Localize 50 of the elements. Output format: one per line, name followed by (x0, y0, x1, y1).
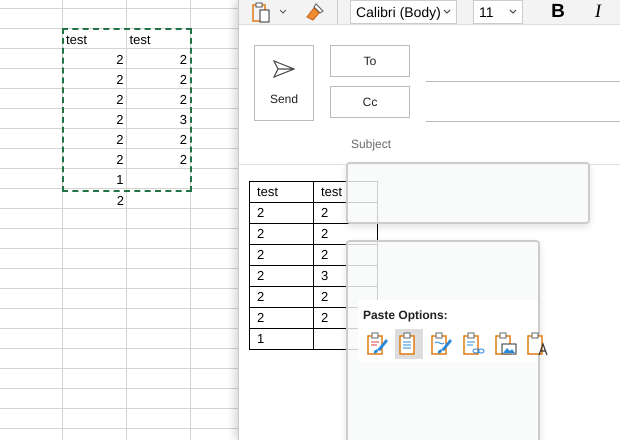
table-cell: 2 (321, 226, 328, 241)
table-cell: 2 (321, 289, 328, 304)
send-button[interactable]: Send (254, 45, 314, 121)
table-cell: 2 (257, 205, 264, 220)
caret-icon (509, 9, 517, 15)
clipboard-brush-icon (365, 331, 389, 357)
table-cell: 2 (180, 132, 187, 147)
table-cell: 3 (321, 268, 328, 283)
table-cell: 2 (321, 205, 328, 220)
table-cell: 2 (116, 132, 124, 147)
table-cell: 1 (116, 172, 124, 187)
size-dropdown[interactable]: 11 (473, 0, 523, 24)
subject-field[interactable]: Subject (351, 137, 392, 151)
table-cell: test (66, 32, 87, 47)
to-button[interactable]: To (330, 45, 410, 77)
cc-button[interactable]: Cc (330, 86, 410, 118)
send-icon (273, 60, 295, 78)
table-cell: 1 (257, 331, 264, 346)
table-cell: 2 (180, 152, 187, 167)
caret-icon[interactable] (279, 9, 287, 15)
bold-button[interactable]: B (545, 0, 571, 26)
table-cell: test (257, 184, 278, 199)
paste-option-button[interactable] (395, 329, 423, 359)
table-cell: 2 (257, 268, 264, 283)
table-cell: test (321, 184, 342, 199)
clipboard-link-icon (461, 331, 485, 357)
brush-icon[interactable] (305, 2, 325, 22)
table-cell: 2 (180, 72, 187, 87)
clipboard-image-icon (493, 331, 517, 357)
table-cell: 2 (257, 289, 264, 304)
table-cell: 3 (180, 112, 187, 127)
table-cell: 2 (321, 310, 328, 325)
italic-button[interactable]: I (585, 0, 611, 26)
clipboard-brush-icon (429, 331, 453, 357)
table-cell: 2 (116, 92, 124, 107)
table-cell: 2 (180, 92, 187, 107)
table-cell: 2 (116, 193, 124, 208)
popup-title: Paste Options: (363, 307, 449, 324)
table-cell: 2 (116, 72, 124, 87)
table-cell: test (130, 32, 150, 47)
font-dropdown[interactable]: Calibri (Body) (350, 0, 457, 24)
table-cell: 2 (116, 112, 124, 127)
table-cell: 2 (257, 226, 264, 241)
table-cell: 2 (257, 310, 264, 325)
table-cell: 2 (180, 52, 187, 67)
table-cell: 2 (257, 247, 264, 262)
table-cell: 2 (116, 52, 124, 67)
table-cell: 2 (321, 247, 328, 262)
table-cell: 2 (116, 152, 124, 167)
caret-icon (443, 9, 451, 15)
